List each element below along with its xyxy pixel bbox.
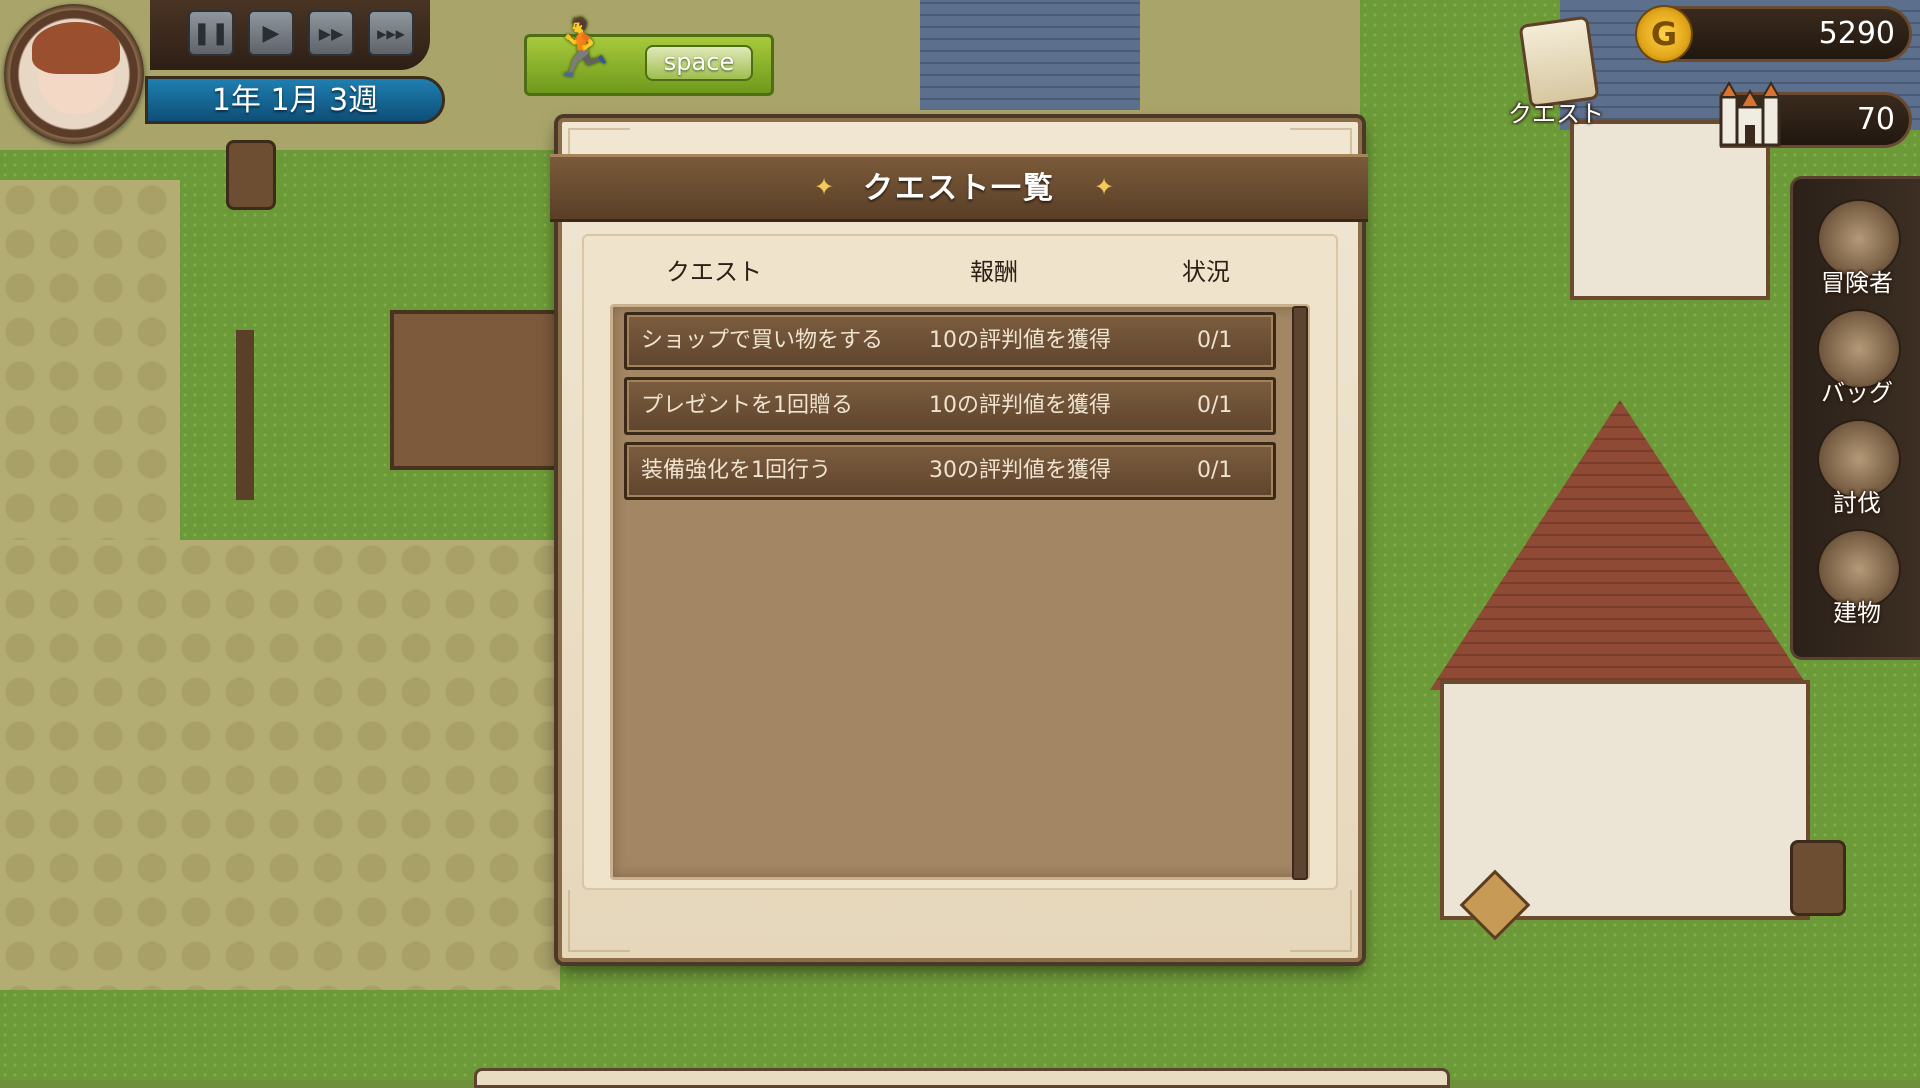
speed-controls: ❚❚ ▶ ▶▶ ▶▶▶ [150, 0, 430, 70]
grass-area [0, 990, 560, 1080]
side-item-label: 冒険者 [1821, 269, 1893, 297]
fastest-forward-button[interactable]: ▶▶▶ [368, 10, 414, 56]
grass-area [560, 960, 1360, 1080]
column-header-reward: 報酬 [970, 258, 1018, 286]
quest-row[interactable]: プレゼントを1回贈る 10の評判値を獲得 0/1 [624, 377, 1276, 435]
reputation-value: 70 [1856, 102, 1895, 137]
dirt-path [0, 540, 600, 1000]
side-item-label: バッグ [1821, 379, 1893, 407]
gold-coin-icon: G [1635, 5, 1693, 63]
side-item-adventurer[interactable]: 冒険者 [1807, 199, 1907, 299]
quest-status: 0/1 [1197, 393, 1233, 418]
notice-board [390, 310, 560, 470]
fast-forward-button[interactable]: ▶▶ [308, 10, 354, 56]
ornament-corner [568, 890, 630, 952]
reputation-counter: 70 [1719, 80, 1912, 148]
scrollbar[interactable] [1292, 306, 1308, 880]
side-item-label: 討伐 [1833, 489, 1881, 517]
quest-row[interactable]: 装備強化を1回行う 30の評判値を獲得 0/1 [624, 442, 1276, 500]
lamp-post [236, 330, 254, 500]
column-header-status: 状況 [1182, 258, 1230, 286]
space-key-label: space [645, 45, 753, 81]
quest-name: 装備強化を1回行う [641, 458, 831, 483]
date-display: 1年 1月 3週 [145, 76, 445, 124]
quest-reward: 10の評判値を獲得 [929, 393, 1111, 418]
quest-row[interactable]: ショップで買い物をする 10の評判値を獲得 0/1 [624, 312, 1276, 370]
quest-name: ショップで買い物をする [641, 328, 884, 353]
avatar[interactable] [4, 4, 144, 144]
quest-status: 0/1 [1197, 458, 1233, 483]
side-item-subjugation[interactable]: 討伐 [1807, 419, 1907, 519]
house-roof [920, 0, 1140, 110]
castle-icon [1719, 80, 1781, 147]
running-man-icon: 🏃 [547, 16, 617, 81]
column-header-quest: クエスト [666, 258, 762, 286]
quest-reward: 10の評判値を獲得 [929, 328, 1111, 353]
side-item-bag[interactable]: バッグ [1807, 309, 1907, 409]
side-item-label: 建物 [1833, 599, 1881, 627]
time-hud: ❚❚ ▶ ▶▶ ▶▶▶ 1年 1月 3週 [0, 0, 560, 170]
pause-button[interactable]: ❚❚ [188, 10, 234, 56]
quest-reward: 30の評判値を獲得 [929, 458, 1111, 483]
star-icon: ✦ [1094, 173, 1115, 201]
gold-value: 5290 [1818, 16, 1895, 51]
dialog-title: クエスト一覧 [863, 171, 1055, 206]
side-menu: 冒険者 バッグ 討伐 建物 [1790, 176, 1920, 660]
play-button[interactable]: ▶ [248, 10, 294, 56]
dialog-header: ✦ クエスト一覧 ✦ [550, 154, 1368, 222]
gold-counter: G 5290 [1635, 5, 1912, 63]
side-item-building[interactable]: 建物 [1807, 529, 1907, 629]
skip-button[interactable]: 🏃 space [524, 16, 774, 96]
quest-hud-button[interactable]: クエスト [1506, 15, 1606, 130]
barrel [1790, 840, 1846, 916]
bottom-panel-edge [474, 1068, 1450, 1088]
ornament-corner [1290, 890, 1352, 952]
quest-name: プレゼントを1回贈る [641, 393, 853, 418]
quest-hud-label: クエスト [1508, 100, 1604, 128]
avatar-hair [32, 22, 120, 74]
quest-status: 0/1 [1197, 328, 1233, 353]
